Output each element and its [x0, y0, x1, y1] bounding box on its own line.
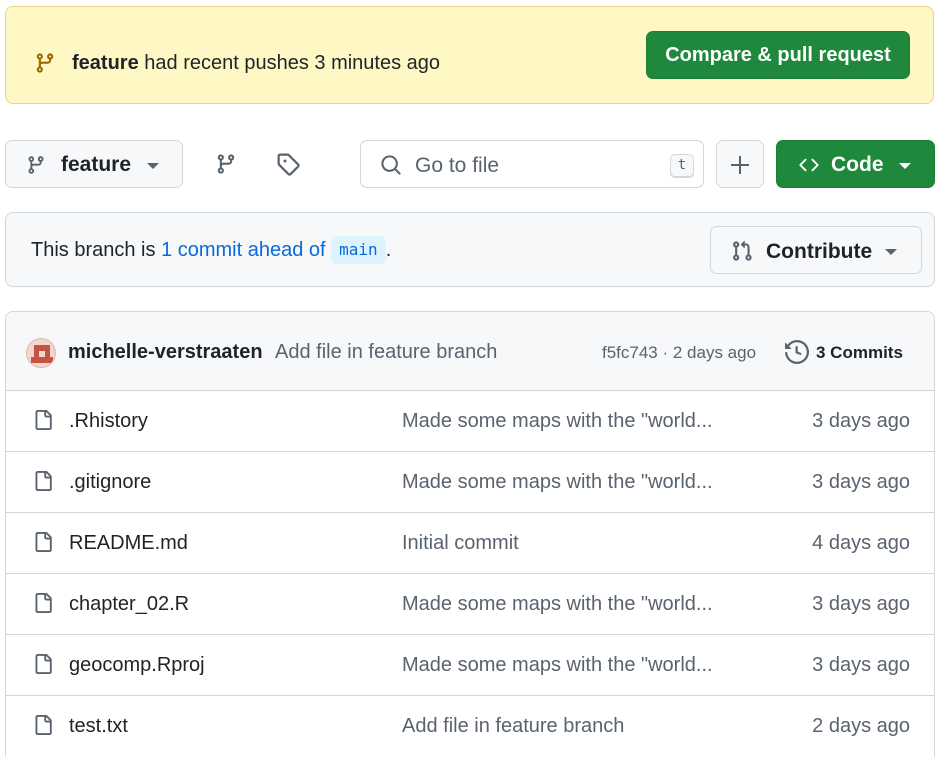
banner-message-text: had recent pushes 3 minutes ago: [144, 52, 441, 74]
file-commit-date: 3 days ago: [812, 471, 910, 493]
file-row[interactable]: .Rhistory Made some maps with the "world…: [6, 391, 934, 452]
file-row[interactable]: README.md Initial commit 4 days ago: [6, 513, 934, 574]
file-icon: [35, 715, 52, 735]
commits-ahead-link[interactable]: 1 commit ahead of: [161, 239, 326, 261]
file-commit-message[interactable]: Made some maps with the "world...: [402, 591, 713, 617]
file-icon: [35, 593, 52, 613]
recent-push-banner: feature had recent pushes 3 minutes ago …: [5, 6, 934, 104]
branch-select-button[interactable]: feature: [5, 140, 183, 188]
file-commit-message[interactable]: Made some maps with the "world...: [402, 408, 713, 434]
branch-status-prefix: This branch is: [31, 239, 156, 261]
file-row[interactable]: .gitignore Made some maps with the "worl…: [6, 452, 934, 513]
base-branch-label[interactable]: main: [331, 236, 386, 264]
file-commit-date: 3 days ago: [812, 593, 910, 615]
git-branch-icon: [28, 156, 44, 174]
history-icon: [785, 340, 809, 364]
commit-author[interactable]: michelle-verstraaten: [68, 339, 263, 365]
compare-pull-request-button[interactable]: Compare & pull request: [646, 31, 910, 79]
file-commit-date: 3 days ago: [812, 654, 910, 676]
code-button-label: Code: [831, 153, 884, 176]
plus-icon-vertical: [739, 156, 741, 174]
chevron-down-icon: [899, 163, 911, 169]
file-name[interactable]: geocomp.Rproj: [69, 652, 205, 678]
file-commit-date: 2 days ago: [812, 715, 910, 737]
keyboard-shortcut-hint: t: [670, 154, 694, 178]
search-icon: [381, 155, 401, 175]
file-name[interactable]: test.txt: [69, 713, 128, 739]
avatar[interactable]: [26, 338, 56, 368]
file-commit-date: 4 days ago: [812, 532, 910, 554]
go-to-file-input[interactable]: Go to file t: [360, 140, 704, 188]
file-row[interactable]: test.txt Add file in feature branch 2 da…: [6, 696, 934, 757]
file-name[interactable]: chapter_02.R: [69, 591, 189, 617]
pull-request-icon: [733, 240, 752, 261]
banner-branch-name: feature: [72, 52, 139, 74]
file-icon: [35, 410, 52, 430]
file-commit-message[interactable]: Initial commit: [402, 530, 519, 556]
file-icon: [35, 532, 52, 552]
file-icon: [35, 471, 52, 491]
code-icon: [799, 158, 819, 172]
git-branch-icon: [36, 53, 54, 73]
file-browser: michelle-verstraaten Add file in feature…: [5, 311, 935, 757]
file-commit-date: 3 days ago: [812, 410, 910, 432]
file-name[interactable]: .gitignore: [69, 469, 151, 495]
branch-status-suffix: .: [385, 239, 392, 261]
chevron-down-icon: [147, 163, 159, 169]
commit-sha-time[interactable]: f5fc743 · 2 days ago: [602, 341, 756, 365]
commits-count-link[interactable]: 3 Commits: [816, 341, 903, 365]
latest-commit-row: michelle-verstraaten Add file in feature…: [6, 312, 934, 391]
code-button[interactable]: Code: [776, 140, 935, 188]
tag-icon[interactable]: [276, 152, 300, 176]
branch-select-label: feature: [61, 153, 132, 176]
file-row[interactable]: geocomp.Rproj Made some maps with the "w…: [6, 635, 934, 696]
file-name[interactable]: .Rhistory: [69, 408, 148, 434]
commit-message[interactable]: Add file in feature branch: [275, 339, 497, 365]
file-row[interactable]: chapter_02.R Made some maps with the "wo…: [6, 574, 934, 635]
branch-status-text: This branch is 1 commit ahead of main.: [31, 236, 391, 264]
chevron-down-icon: [885, 249, 897, 255]
go-to-file-placeholder: Go to file: [415, 154, 500, 177]
file-commit-message[interactable]: Add file in feature branch: [402, 713, 624, 739]
contribute-button[interactable]: Contribute: [710, 226, 922, 274]
file-commit-message[interactable]: Made some maps with the "world...: [402, 469, 713, 495]
file-icon: [35, 654, 52, 674]
file-commit-message[interactable]: Made some maps with the "world...: [402, 652, 713, 678]
banner-message: feature had recent pushes 3 minutes ago: [72, 49, 440, 77]
add-file-button[interactable]: [716, 140, 764, 188]
contribute-label: Contribute: [766, 240, 873, 263]
branches-icon[interactable]: [215, 152, 237, 176]
file-name[interactable]: README.md: [69, 530, 188, 556]
